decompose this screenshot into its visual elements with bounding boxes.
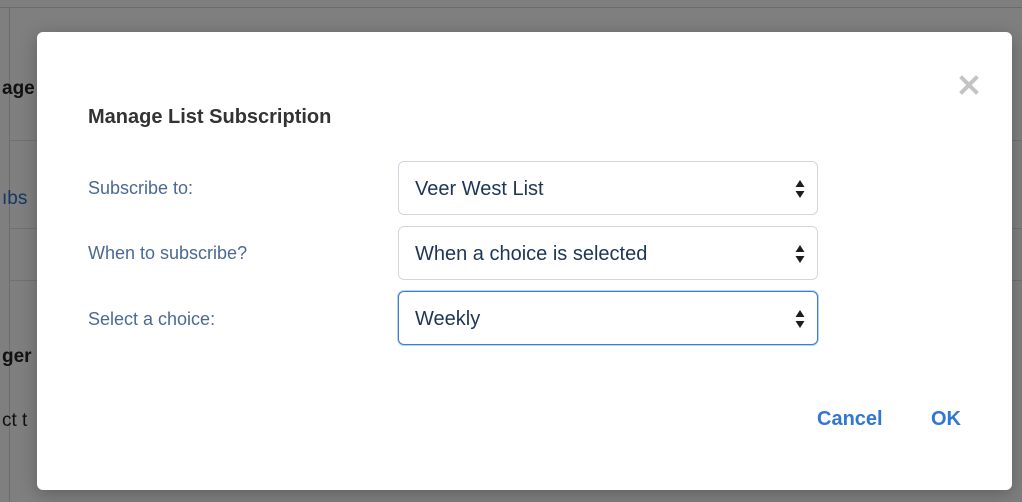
select-a-choice-value: Weekly bbox=[415, 308, 481, 330]
subscribe-to-select[interactable]: Veer West List bbox=[398, 161, 818, 215]
select-arrows-icon bbox=[795, 309, 805, 329]
subscribe-to-label: Subscribe to: bbox=[88, 178, 194, 198]
select-arrows-icon bbox=[795, 244, 805, 264]
cancel-button[interactable]: Cancel bbox=[817, 408, 883, 431]
when-to-subscribe-value: When a choice is selected bbox=[415, 243, 648, 265]
manage-list-subscription-dialog: Manage List Subscription Subscribe to: V… bbox=[37, 32, 1012, 490]
select-a-choice-label: Select a choice: bbox=[88, 309, 216, 329]
select-arrows-icon bbox=[795, 179, 805, 199]
when-to-subscribe-select[interactable]: When a choice is selected bbox=[398, 226, 818, 280]
subscribe-to-value: Veer West List bbox=[415, 178, 544, 200]
dialog-title: Manage List Subscription bbox=[88, 106, 332, 128]
ok-button[interactable]: OK bbox=[931, 408, 961, 431]
close-icon[interactable] bbox=[958, 74, 980, 96]
when-to-subscribe-label: When to subscribe? bbox=[88, 243, 248, 263]
select-a-choice-select[interactable]: Weekly bbox=[398, 291, 818, 345]
